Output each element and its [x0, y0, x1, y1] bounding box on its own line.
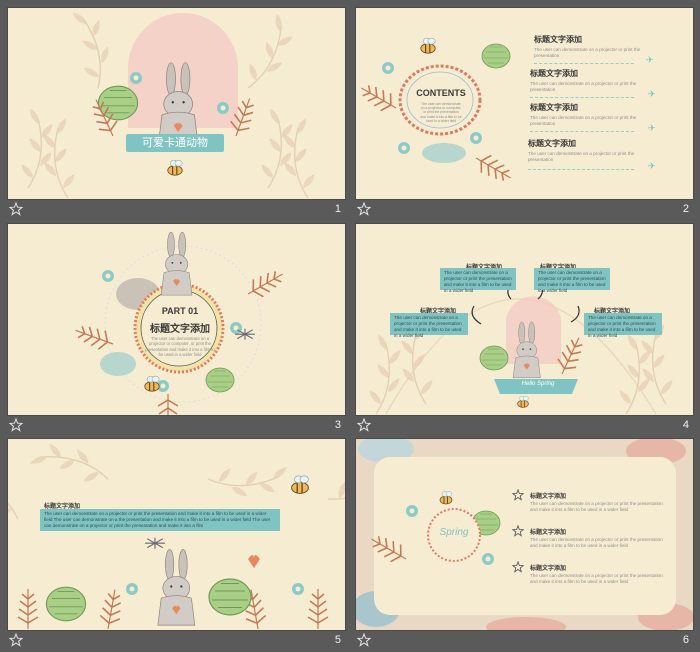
paper-plane-icon: ✈ — [646, 56, 654, 66]
slide-3-footer: 3 — [8, 417, 345, 435]
slide-thumbnail-6[interactable]: Spring 标题文字添加 The user can demonstrate o… — [356, 439, 693, 652]
paper-plane-icon: ✈ — [648, 124, 656, 134]
contents-heading: CONTENTS — [416, 88, 466, 98]
spring-logo: Spring — [439, 527, 469, 538]
star-icon[interactable] — [9, 202, 23, 216]
dashed-divider — [534, 63, 634, 64]
patterned-background — [356, 439, 693, 630]
bee-icon — [439, 491, 453, 505]
bee-icon — [144, 375, 160, 392]
info-box-text: The user can demonstrate on a projector … — [390, 313, 468, 338]
toc-item-text: The user can demonstrate on a projector … — [534, 47, 641, 58]
bullet-text: The user can demonstrate on a projector … — [530, 573, 663, 584]
slide-3-canvas[interactable]: PART 01 标题文字添加 The user can demonstrate … — [8, 224, 345, 415]
bullet-title: 标题文字添加 — [530, 493, 567, 500]
slide-thumbnail-4[interactable]: Hello Spring 标题文字添加 The user can demonst… — [356, 224, 693, 437]
star-outline-icon — [512, 561, 524, 573]
info-box-text: The user can demonstrate on a projector … — [584, 313, 662, 338]
part-title: 标题文字添加 — [150, 324, 210, 335]
dashed-divider — [528, 169, 634, 170]
info-box-text: The user can demonstrate on a projector … — [440, 268, 516, 293]
floral-background — [8, 439, 345, 630]
section-text: The user can demonstrate on a projector … — [40, 509, 280, 531]
slide-1-title: 可爱卡通动物 — [126, 134, 224, 152]
floral-background — [8, 8, 345, 199]
bee-icon — [167, 159, 183, 176]
dashed-divider — [530, 97, 634, 98]
part-label: PART 01 — [161, 306, 199, 316]
star-outline-icon — [512, 489, 524, 501]
toc-item-text: The user can demonstrate on a projector … — [530, 115, 637, 126]
bullet-title: 标题文字添加 — [530, 565, 567, 572]
slide-4-canvas[interactable]: Hello Spring 标题文字添加 The user can demonst… — [356, 224, 693, 415]
slide-5-canvas[interactable]: 标题文字添加 The user can demonstrate on a pro… — [8, 439, 345, 630]
bunny-icon — [157, 549, 196, 626]
info-box-text: The user can demonstrate on a projector … — [534, 268, 610, 293]
slide-1-footer: 1 — [8, 201, 345, 219]
slide-6-footer: 6 — [356, 632, 693, 650]
slide-4-footer: 4 — [356, 417, 693, 435]
slide-number: 2 — [682, 203, 689, 215]
slide-thumbnail-3[interactable]: PART 01 标题文字添加 The user can demonstrate … — [8, 224, 345, 437]
star-icon[interactable] — [9, 633, 23, 647]
slide-2-footer: 2 — [356, 201, 693, 219]
dragonfly-icon — [235, 328, 255, 340]
star-icon[interactable] — [9, 418, 23, 432]
slide-2-canvas[interactable]: CONTENTS The user can demonstrate on a p… — [356, 8, 693, 199]
star-outline-icon — [512, 525, 524, 537]
dragonfly-icon — [145, 537, 165, 549]
bullet-text: The user can demonstrate on a projector … — [530, 501, 663, 512]
contents-text: The user can demonstrate on a projector … — [420, 102, 462, 123]
slide-1-canvas[interactable]: 可爱卡通动物 — [8, 8, 345, 199]
toc-item-title: 标题文字添加 — [530, 69, 578, 78]
hello-spring-logo: Hello Spring — [521, 381, 555, 387]
bullet-text: The user can demonstrate on a projector … — [530, 537, 663, 548]
slide-thumbnail-1[interactable]: 可爱卡通动物 1 — [8, 8, 345, 221]
slide-number: 5 — [334, 634, 341, 646]
slide-thumbnail-5[interactable]: 标题文字添加 The user can demonstrate on a pro… — [8, 439, 345, 652]
toc-item-title: 标题文字添加 — [530, 103, 578, 112]
star-icon[interactable] — [357, 418, 371, 432]
dashed-divider — [530, 131, 634, 132]
slide-thumbnail-2[interactable]: CONTENTS The user can demonstrate on a p… — [356, 8, 693, 221]
star-icon[interactable] — [357, 202, 371, 216]
bunny-icon — [512, 321, 541, 378]
slide-6-canvas[interactable]: Spring 标题文字添加 The user can demonstrate o… — [356, 439, 693, 630]
bunny-icon — [160, 231, 193, 296]
bee-icon — [290, 475, 310, 495]
bee-icon — [517, 395, 529, 408]
star-icon[interactable] — [357, 633, 371, 647]
bee-icon — [420, 37, 436, 54]
bullet-title: 标题文字添加 — [530, 529, 567, 536]
toc-item-text: The user can demonstrate on a projector … — [530, 81, 637, 92]
slide-number: 6 — [682, 634, 689, 646]
part-text: The user can demonstrate on a projector … — [145, 336, 215, 358]
slide-5-footer: 5 — [8, 632, 345, 650]
slide-number: 3 — [334, 419, 341, 431]
paper-plane-icon: ✈ — [648, 90, 656, 100]
floral-wreath — [356, 43, 517, 188]
slide-number: 4 — [682, 419, 689, 431]
paper-plane-icon: ✈ — [648, 162, 656, 172]
slide-number: 1 — [334, 203, 341, 215]
toc-item-title: 标题文字添加 — [528, 139, 576, 148]
toc-item-text: The user can demonstrate on a projector … — [528, 151, 635, 162]
toc-item-title: 标题文字添加 — [534, 35, 582, 44]
